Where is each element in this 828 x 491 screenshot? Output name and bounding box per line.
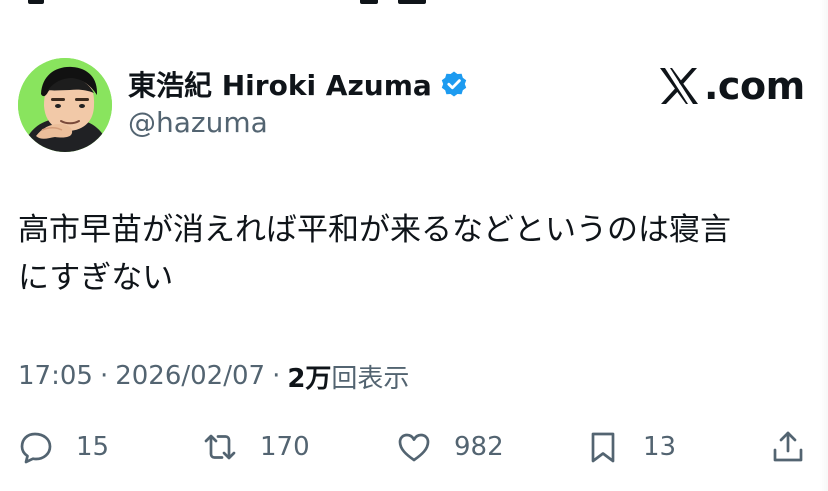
- tweet-actions: 15 170 982 13: [18, 422, 808, 472]
- tweet-time[interactable]: 17:05: [18, 361, 93, 391]
- x-logo-icon: [656, 63, 702, 109]
- display-name[interactable]: 東浩紀 Hiroki Azuma: [128, 64, 432, 104]
- reply-button[interactable]: 15: [18, 422, 109, 472]
- share-icon: [773, 431, 803, 462]
- views-count: 2万: [287, 363, 332, 394]
- tweet-meta: 17:05 · 2026/02/07 · 2万 回表示: [18, 354, 409, 398]
- retweet-count: 170: [260, 432, 310, 462]
- site-suffix: .com: [704, 64, 805, 108]
- avatar-image: [18, 58, 112, 152]
- tweet-date[interactable]: 2026/02/07: [115, 361, 265, 391]
- meta-separator: ·: [272, 361, 281, 391]
- views-label: 回表示: [331, 363, 410, 394]
- bookmark-button[interactable]: 13: [585, 422, 676, 472]
- avatar[interactable]: [18, 58, 112, 152]
- like-count: 982: [454, 432, 504, 462]
- reply-count: 15: [76, 432, 110, 462]
- tweet-card: 東浩紀 Hiroki Azuma @hazuma .com 高市早苗が消えれば平…: [0, 0, 828, 491]
- author-name-row[interactable]: 東浩紀 Hiroki Azuma: [128, 66, 468, 102]
- reply-icon: [20, 432, 52, 464]
- tweet-text: 高市早苗が消えれば平和が来るなどというのは寝言 にすぎない: [18, 212, 731, 296]
- site-label: .com: [656, 63, 805, 109]
- heart-icon: [398, 433, 430, 462]
- bookmark-icon: [591, 432, 615, 463]
- verified-badge-icon-svg: [441, 71, 466, 97]
- screen-edge: [820, 0, 828, 491]
- like-button[interactable]: 982: [396, 422, 504, 472]
- x-logo-icon-svg: [660, 68, 698, 104]
- retweet-icon: [204, 434, 236, 460]
- meta-separator: ·: [99, 361, 109, 391]
- verified-badge-icon: [440, 70, 468, 98]
- bookmark-count: 13: [643, 432, 677, 462]
- retweet-button[interactable]: 170: [202, 422, 310, 472]
- share-button[interactable]: [770, 422, 806, 472]
- username[interactable]: @hazuma: [128, 106, 268, 139]
